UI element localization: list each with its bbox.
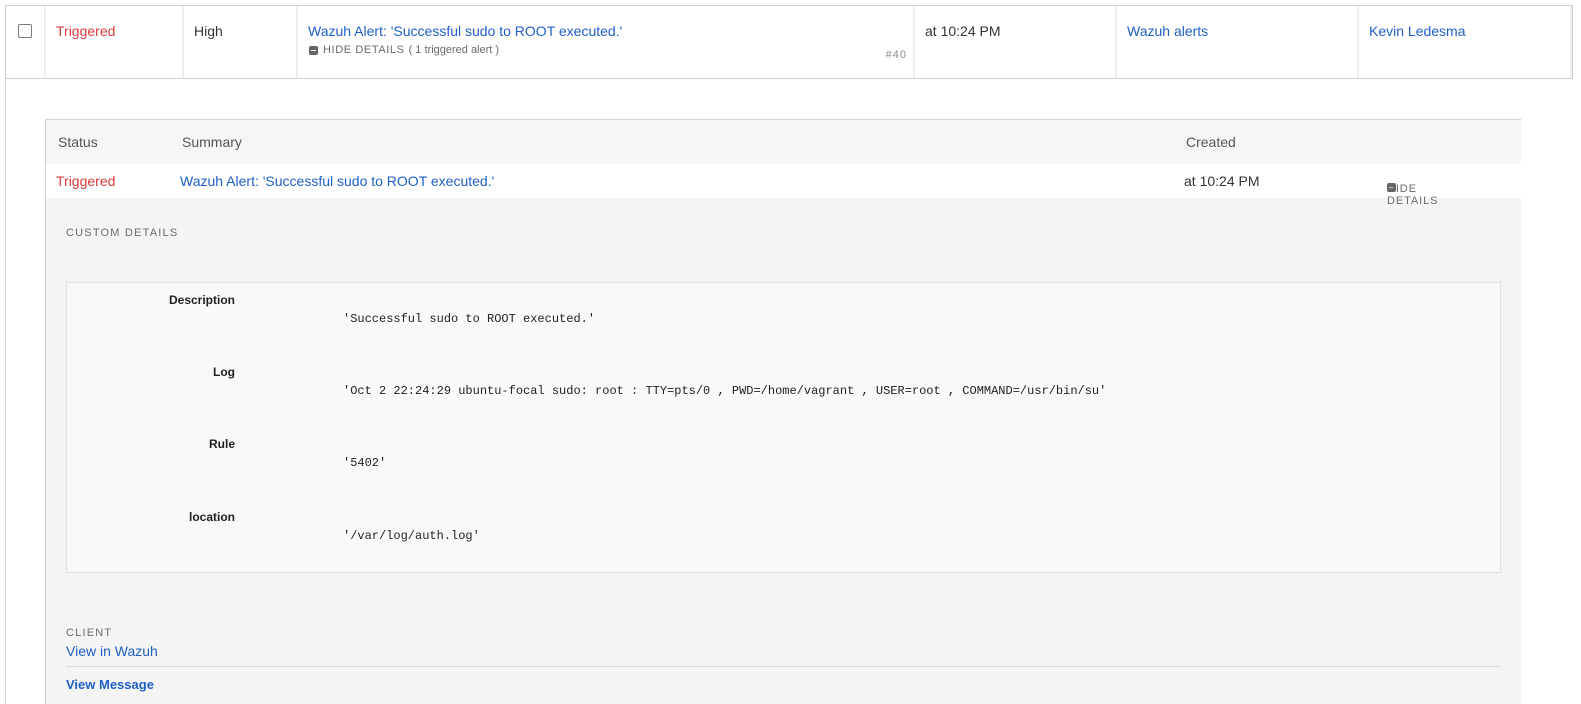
collapse-icon xyxy=(309,45,318,55)
select-cell xyxy=(6,6,46,78)
gutter-divider xyxy=(5,79,6,704)
service-cell: Wazuh alerts xyxy=(1117,6,1359,78)
alerts-table-header: Status Summary Created xyxy=(46,120,1521,164)
divider xyxy=(66,666,1501,667)
alert-created: at 10:24 PM xyxy=(1184,173,1260,189)
detail-value-log: 'Oct 2 22:24:29 ubuntu-focal sudo: root … xyxy=(343,384,1107,398)
header-created: Created xyxy=(1186,134,1236,150)
incident-created: at 10:24 PM xyxy=(925,23,1001,39)
created-cell: at 10:24 PM xyxy=(915,6,1117,78)
select-checkbox[interactable] xyxy=(18,24,32,38)
incident-status: Triggered xyxy=(56,23,116,39)
header-summary: Summary xyxy=(182,134,242,150)
hide-details-label: HIDE DETAILS xyxy=(323,44,405,56)
assignee-link[interactable]: Kevin Ledesma xyxy=(1369,23,1466,39)
detail-key-log: Log xyxy=(213,365,235,379)
alert-hide-details-label: HIDE DETAILS xyxy=(1387,183,1439,207)
custom-details-box: Description 'Successful sudo to ROOT exe… xyxy=(66,282,1501,573)
hide-details-toggle[interactable]: HIDE DETAILS ( 1 triggered alert ) xyxy=(309,44,499,56)
detail-key-rule: Rule xyxy=(208,437,235,451)
alerts-panel: Status Summary Created Triggered Wazuh A… xyxy=(45,119,1521,704)
triggered-alert-count: ( 1 triggered alert ) xyxy=(408,44,500,56)
service-link[interactable]: Wazuh alerts xyxy=(1127,23,1208,39)
alert-row: Triggered Wazuh Alert: 'Successful sudo … xyxy=(46,164,1521,207)
view-message-link[interactable]: View Message xyxy=(66,677,154,692)
incident-urgency: High xyxy=(194,23,223,39)
assignee-cell: Kevin Ledesma xyxy=(1359,6,1572,78)
detail-value-location: '/var/log/auth.log' xyxy=(343,529,480,543)
client-heading: CLIENT xyxy=(66,627,113,639)
alert-status: Triggered xyxy=(56,173,116,189)
incident-row: Triggered High Wazuh Alert: 'Successful … xyxy=(5,5,1573,79)
detail-value-rule: '5402' xyxy=(343,456,387,470)
custom-details-heading: CUSTOM DETAILS xyxy=(66,227,179,239)
detail-key-description: Description xyxy=(168,293,235,307)
status-cell: Triggered xyxy=(46,6,184,78)
incident-number: #40 xyxy=(885,49,907,61)
incident-title-link[interactable]: Wazuh Alert: 'Successful sudo to ROOT ex… xyxy=(308,23,622,39)
header-status: Status xyxy=(58,134,98,150)
title-cell: Wazuh Alert: 'Successful sudo to ROOT ex… xyxy=(298,6,915,78)
alert-summary-link[interactable]: Wazuh Alert: 'Successful sudo to ROOT ex… xyxy=(180,173,494,189)
urgency-cell: High xyxy=(184,6,298,78)
view-in-wazuh-link[interactable]: View in Wazuh xyxy=(66,643,158,659)
detail-value-description: 'Successful sudo to ROOT executed.' xyxy=(343,312,596,326)
detail-key-location: location xyxy=(188,510,235,524)
